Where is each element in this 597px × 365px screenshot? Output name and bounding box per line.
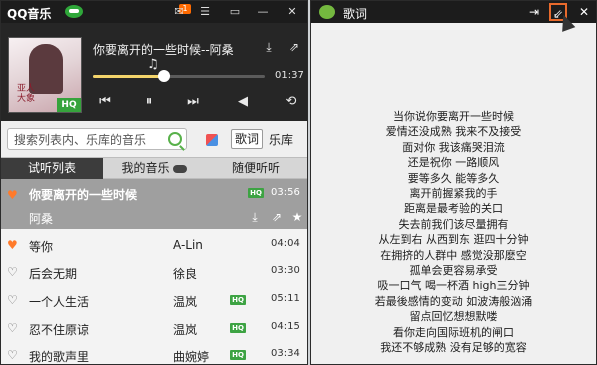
tab-trial-list[interactable]: 试听列表 — [1, 158, 103, 179]
search-input[interactable] — [14, 132, 164, 148]
progress-knob[interactable] — [157, 70, 170, 82]
star-icon[interactable]: ★ — [289, 209, 305, 225]
menu-icon[interactable]: ☰ — [197, 4, 213, 20]
close-icon[interactable]: ✕ — [575, 3, 593, 21]
lyric-line: 面对你 我该痛哭泪流 — [402, 140, 505, 154]
heart-outline-icon[interactable]: ♡ — [7, 293, 18, 307]
lyric-line: 看你走向国际班机的闸口 — [393, 325, 514, 339]
mini-mode-icon[interactable]: ▭ — [227, 4, 243, 20]
song-duration: 04:15 — [271, 321, 300, 332]
mail-icon[interactable]: ✉ — [171, 4, 187, 20]
player-window: QQ音乐 1 ✉ ☰ ▭ — ✕ 亚人 大象 HQ 你要离开的一些时候--阿桑 ⤓… — [0, 0, 308, 365]
search-box — [7, 128, 187, 150]
lyric-line: 离开前握紧我的手 — [409, 187, 498, 201]
current-song-duration: 03:56 — [271, 187, 300, 198]
song-duration: 05:11 — [271, 293, 300, 304]
lyrics-window: 歌词 ⇥ ⇙ ✕ 当你说你要离开一些时候 爱情还没成熟 我来不及接受 面对你 我… — [310, 0, 597, 365]
song-artist: 曲婉婷 — [173, 350, 210, 364]
library-button[interactable]: 乐库 — [269, 131, 293, 148]
lyric-line: 还是祝你 一路顺风 — [407, 156, 500, 170]
current-song-title: 你要离开的一些时候 — [29, 188, 138, 202]
song-row[interactable]: ♥ 等你 A-Lin 04:04 — [1, 233, 307, 258]
minimize-icon[interactable]: — — [255, 4, 271, 20]
hq-badge: HQ — [230, 323, 246, 333]
lyric-line: 要等多久 能等多久 — [407, 171, 500, 185]
song-duration: 03:34 — [271, 348, 300, 359]
share-icon[interactable]: ⇗ — [286, 39, 302, 55]
lyrics-text: 当你说你要离开一些时候 爱情还没成熟 我来不及接受 面对你 我该痛哭泪流 还是祝… — [311, 109, 596, 356]
heart-outline-icon[interactable]: ♡ — [7, 348, 18, 362]
now-playing-panel: 亚人 大象 HQ 你要离开的一些时候--阿桑 ⤓ ⇗ ♫ 01:37 ⏮ ⏸ ⏭ … — [1, 23, 307, 121]
lyric-line: 当你说你要离开一些时候 — [393, 110, 514, 123]
song-artist: A-Lin — [173, 238, 203, 252]
repeat-icon[interactable]: ⟲ — [282, 93, 300, 111]
current-song-artist: 阿桑 — [29, 212, 54, 226]
download-icon[interactable]: ⤓ — [247, 209, 263, 225]
current-song-row[interactable]: ♥ 你要离开的一些时候 阿桑 HQ 03:56 ⤓ ⇗ ★ — [1, 179, 307, 229]
now-playing-title: 你要离开的一些时候--阿桑 — [93, 43, 234, 57]
search-row: 歌词 乐库 — [1, 121, 307, 157]
pin-icon[interactable]: ⇥ — [525, 3, 543, 21]
progress-bar[interactable] — [93, 70, 265, 82]
song-title: 等你 — [29, 240, 54, 254]
tab-random-listen[interactable]: 随便听听 — [205, 158, 307, 179]
hq-badge: HQ — [230, 350, 246, 360]
next-icon[interactable]: ⏭ — [184, 93, 202, 111]
search-icon[interactable] — [168, 132, 182, 146]
song-title: 忍不住原谅 — [29, 323, 90, 337]
song-row[interactable]: ♡ 忍不住原谅 温岚 HQ 04:15 — [1, 316, 307, 341]
heart-outline-icon[interactable]: ♡ — [7, 321, 18, 335]
close-icon[interactable]: ✕ — [284, 4, 300, 20]
cloud-icon — [172, 164, 187, 173]
lyric-line: 距离是最考验的关口 — [404, 202, 503, 216]
lyrics-titlebar: 歌词 ⇥ ⇙ ✕ — [311, 1, 596, 23]
song-title: 后会无期 — [29, 267, 78, 281]
song-artist: 温岚 — [173, 323, 198, 337]
lyric-line: 吸一口气 喝一杯酒 high三分钟 — [377, 279, 530, 293]
song-artist: 徐良 — [173, 267, 198, 281]
volume-icon[interactable]: ◀ — [234, 93, 252, 111]
lyric-line: 孤单会更容易承受 — [409, 264, 498, 278]
tab-my-music-label: 我的音乐 — [121, 161, 170, 175]
song-artist: 温岚 — [173, 295, 198, 309]
lyrics-button[interactable]: 歌词 — [231, 129, 263, 149]
lyric-line: 从左到右 从西到东 逛四十分钟 — [378, 233, 529, 247]
qq-music-logo-icon — [319, 5, 335, 19]
pause-icon[interactable]: ⏸ — [140, 93, 158, 111]
qq-logo-icon — [65, 5, 83, 18]
heart-filled-icon[interactable]: ♥ — [7, 188, 18, 202]
song-row[interactable]: ♡ 一个人生活 温岚 HQ 05:11 — [1, 288, 307, 313]
music-note-icon: ♫ — [147, 57, 159, 72]
player-titlebar: QQ音乐 1 ✉ ☰ ▭ — ✕ — [1, 1, 307, 23]
song-duration: 03:30 — [271, 265, 300, 276]
lyric-line: 留点回忆想想默喽 — [409, 310, 498, 324]
hq-badge: HQ — [248, 188, 264, 198]
heart-outline-icon[interactable]: ♡ — [7, 265, 18, 279]
hq-badge: HQ — [230, 295, 246, 305]
elapsed-time: 01:37 — [275, 70, 304, 81]
lyric-line: 若最後感情的变动 如波涛般汹涌 — [374, 294, 533, 308]
album-caption: 亚人 大象 — [17, 84, 36, 104]
tab-my-music[interactable]: 我的音乐 — [103, 158, 205, 179]
song-row[interactable]: ♡ 我的歌声里 曲婉婷 HQ 03:34 — [1, 343, 307, 364]
song-title: 我的歌声里 — [29, 350, 90, 364]
progress-fill — [93, 75, 164, 78]
lyric-line: 失去前我们该尽量拥有 — [398, 217, 509, 231]
lyrics-title: 歌词 — [343, 7, 368, 21]
lyric-line: 在拥挤的人群中 感觉没那麽空 — [380, 248, 527, 262]
share-icon[interactable]: ⇗ — [269, 209, 285, 225]
song-title: 一个人生活 — [29, 295, 90, 309]
album-cover[interactable]: 亚人 大象 HQ — [8, 37, 82, 113]
song-duration: 04:04 — [271, 238, 300, 249]
heart-filled-icon[interactable]: ♥ — [7, 238, 18, 252]
album-hq-badge: HQ — [57, 98, 81, 112]
skin-icon[interactable] — [206, 134, 218, 146]
playlist-tabs: 试听列表 我的音乐 随便听听 — [1, 157, 307, 179]
app-name: QQ音乐 — [7, 7, 52, 21]
lyric-line: 我还不够成熟 没有足够的宽容 — [380, 341, 527, 355]
download-icon[interactable]: ⤓ — [261, 39, 277, 55]
previous-icon[interactable]: ⏮ — [96, 93, 114, 111]
song-row[interactable]: ♡ 后会无期 徐良 03:30 — [1, 260, 307, 285]
lyric-line: 爱情还没成熟 我来不及接受 — [385, 125, 522, 139]
